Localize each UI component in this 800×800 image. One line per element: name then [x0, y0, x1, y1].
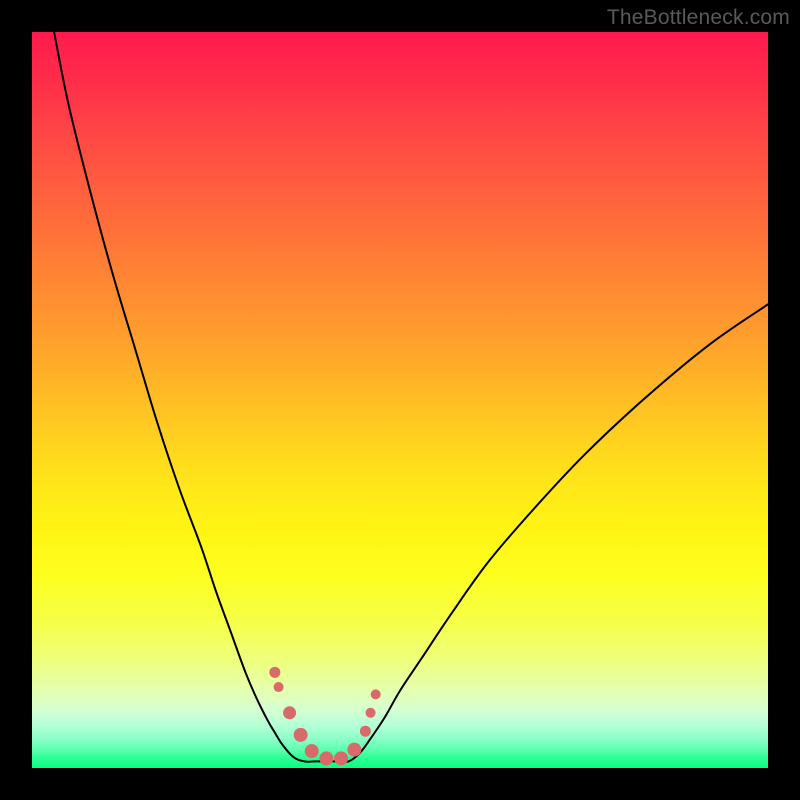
highlight-point — [269, 667, 280, 678]
outer-frame: TheBottleneck.com — [0, 0, 800, 800]
highlight-point — [334, 751, 348, 765]
highlight-point — [305, 744, 319, 758]
bottleneck-curve — [54, 32, 768, 762]
highlight-point — [283, 706, 296, 719]
chart-svg — [32, 32, 768, 768]
highlight-point — [347, 743, 361, 757]
highlight-point — [319, 751, 333, 765]
curve-layer — [54, 32, 768, 762]
plot-area — [32, 32, 768, 768]
highlight-point — [274, 682, 284, 692]
highlight-point — [366, 708, 376, 718]
highlight-point — [371, 689, 381, 699]
highlight-point — [360, 726, 371, 737]
watermark-text: TheBottleneck.com — [607, 6, 790, 30]
highlight-point — [294, 728, 308, 742]
